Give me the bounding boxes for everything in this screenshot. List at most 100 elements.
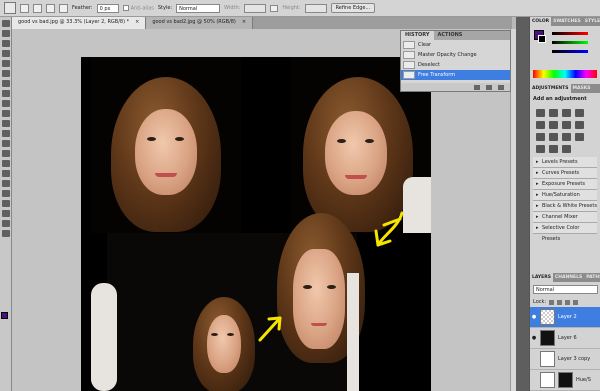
curves-icon[interactable] (562, 109, 571, 117)
tab-good-vs-bad2[interactable]: good vs bad2.jpg @ 50% (RGB/8) × (146, 17, 254, 29)
lock-pixels-icon[interactable] (557, 299, 563, 305)
posterize-icon[interactable] (575, 133, 584, 141)
tab-masks[interactable]: MASKS (571, 84, 593, 93)
tab-paths[interactable]: PATHS (584, 273, 600, 282)
3d-orbit-tool-icon[interactable] (2, 210, 10, 217)
foreground-color-swatch[interactable] (1, 312, 8, 319)
height-input[interactable] (304, 3, 327, 13)
visibility-eye-icon[interactable]: ● (531, 314, 537, 320)
anti-alias-option[interactable]: Anti-alias (122, 4, 154, 11)
tab-history[interactable]: HISTORY (401, 31, 434, 40)
path-selection-tool-icon[interactable] (2, 180, 10, 187)
type-tool-icon[interactable] (2, 170, 10, 177)
exposure-icon[interactable] (575, 109, 584, 117)
eraser-tool-icon[interactable] (2, 120, 10, 127)
layer-row-layer-3-copy[interactable]: Layer 3 copy (530, 349, 600, 370)
history-item[interactable]: Master Opacity Change (401, 50, 510, 60)
preset-black-white[interactable]: Black & White Presets (533, 201, 597, 212)
history-footer (401, 83, 510, 91)
anti-alias-checkbox[interactable] (122, 4, 129, 11)
history-item[interactable]: Clear (401, 40, 510, 50)
history-item[interactable]: Deselect (401, 60, 510, 70)
history-snapshot-icon (403, 61, 415, 69)
trash-icon[interactable] (498, 84, 504, 90)
marquee-tool-preset-icon[interactable] (4, 2, 16, 14)
add-to-selection-icon[interactable] (33, 3, 42, 13)
preset-levels[interactable]: Levels Presets (533, 157, 597, 168)
lock-position-icon[interactable] (565, 299, 571, 305)
lock-all-icon[interactable] (573, 299, 579, 305)
hand-tool-icon[interactable] (2, 220, 10, 227)
blend-mode-select[interactable]: Normal (533, 285, 598, 294)
dodge-tool-icon[interactable] (2, 150, 10, 157)
width-input[interactable] (244, 3, 267, 13)
marquee-tool-icon[interactable] (2, 30, 10, 37)
layer-row-hue-saturation[interactable]: Hue/S (530, 370, 600, 391)
color-spectrum[interactable] (533, 70, 597, 78)
3d-rotate-tool-icon[interactable] (2, 200, 10, 207)
green-slider[interactable] (552, 41, 588, 44)
crop-tool-icon[interactable] (2, 60, 10, 67)
tab-adjustments[interactable]: ADJUSTMENTS (530, 84, 571, 93)
zoom-tool-icon[interactable] (2, 230, 10, 237)
black-white-icon[interactable] (575, 121, 584, 129)
brush-tool-icon[interactable] (2, 90, 10, 97)
selective-color-icon[interactable] (562, 145, 571, 153)
lock-transparency-icon[interactable] (549, 299, 555, 305)
gradient-tool-icon[interactable] (2, 130, 10, 137)
tab-color[interactable]: COLOR (530, 17, 552, 26)
threshold-icon[interactable] (536, 145, 545, 153)
quick-selection-tool-icon[interactable] (2, 50, 10, 57)
lasso-tool-icon[interactable] (2, 40, 10, 47)
blue-slider[interactable] (552, 50, 588, 53)
layer-row-layer-2[interactable]: ● Layer 2 (530, 307, 600, 328)
levels-icon[interactable] (549, 109, 558, 117)
healing-brush-tool-icon[interactable] (2, 80, 10, 87)
preset-exposure[interactable]: Exposure Presets (533, 179, 597, 190)
move-tool-icon[interactable] (2, 20, 10, 27)
refine-edge-button[interactable]: Refine Edge... (330, 3, 376, 13)
brightness-contrast-icon[interactable] (536, 109, 545, 117)
history-brush-tool-icon[interactable] (2, 110, 10, 117)
history-item-selected[interactable]: Free Transform (401, 70, 510, 80)
tab-styles[interactable]: STYLES (583, 17, 600, 26)
preset-channel-mixer[interactable]: Channel Mixer Presets (533, 212, 597, 231)
new-document-from-state-icon[interactable] (474, 84, 480, 90)
visibility-eye-icon[interactable] (531, 377, 537, 383)
new-selection-icon[interactable] (20, 3, 29, 13)
red-slider[interactable] (552, 32, 588, 35)
preset-curves[interactable]: Curves Presets (533, 168, 597, 179)
background-color-swatch[interactable] (538, 35, 546, 43)
tab-actions[interactable]: ACTIONS (434, 31, 467, 40)
visibility-eye-icon[interactable]: ● (531, 335, 537, 341)
preset-hue-saturation[interactable]: Hue/Saturation Presets (533, 190, 597, 209)
invert-icon[interactable] (562, 133, 571, 141)
color-balance-icon[interactable] (562, 121, 571, 129)
tab-good-vs-bad[interactable]: good vs bad.jpg @ 33.3% (Layer 2, RGB/8)… (12, 17, 147, 29)
pen-tool-icon[interactable] (2, 160, 10, 167)
shape-tool-icon[interactable] (2, 190, 10, 197)
tab-channels[interactable]: CHANNELS (553, 273, 584, 282)
photo-filter-icon[interactable] (536, 133, 545, 141)
channel-mixer-icon[interactable] (549, 133, 558, 141)
blur-tool-icon[interactable] (2, 140, 10, 147)
intersect-selection-icon[interactable] (59, 3, 68, 13)
clone-stamp-tool-icon[interactable] (2, 100, 10, 107)
feather-input[interactable]: 0 px (96, 3, 119, 13)
eyedropper-tool-icon[interactable] (2, 70, 10, 77)
preset-selective-color[interactable]: Selective Color Presets (533, 223, 597, 242)
close-icon[interactable]: × (135, 17, 139, 29)
subtract-from-selection-icon[interactable] (46, 3, 55, 13)
swap-icon[interactable] (270, 4, 279, 12)
vibrance-icon[interactable] (536, 121, 545, 129)
close-icon[interactable]: × (242, 17, 246, 29)
tab-layers[interactable]: LAYERS (530, 273, 553, 282)
visibility-eye-icon[interactable] (531, 356, 537, 362)
gradient-map-icon[interactable] (549, 145, 558, 153)
layer-row-layer-6[interactable]: ● Layer 6 (530, 328, 600, 349)
new-snapshot-icon[interactable] (486, 84, 492, 90)
adjustments-panel: Add an adjustment Levels Presets Curves … (530, 93, 600, 288)
style-select[interactable]: Normal (176, 3, 221, 13)
tab-swatches[interactable]: SWATCHES (551, 17, 583, 26)
hue-saturation-icon[interactable] (549, 121, 558, 129)
